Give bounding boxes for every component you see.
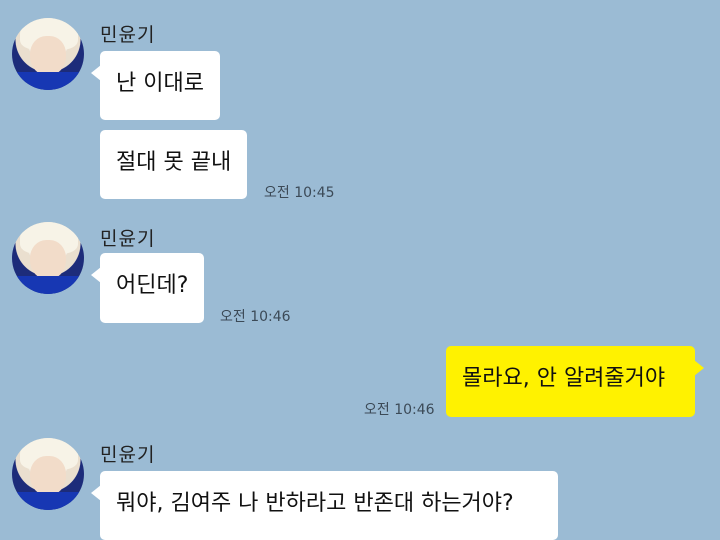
avatar-face	[30, 456, 66, 496]
sender-name: 민윤기	[100, 228, 156, 250]
sender-avatar[interactable]	[12, 438, 84, 510]
incoming-message-bubble[interactable]: 난 이대로	[91, 51, 220, 120]
sender-name: 민윤기	[100, 444, 156, 466]
avatar-face	[30, 240, 66, 280]
message-timestamp: 오전 10:46	[220, 309, 291, 325]
sender-name: 민윤기	[100, 24, 156, 46]
avatar-face	[30, 36, 66, 76]
avatar-shirt	[12, 276, 84, 294]
incoming-message-bubble[interactable]: 어딘데?	[90, 253, 205, 323]
incoming-message-bubble[interactable]: 뭐야, 김여주 나 반하라고 반존대 하는거야?	[91, 471, 558, 540]
avatar-shirt	[12, 492, 84, 510]
incoming-message-bubble[interactable]: 절대 못 끝내	[100, 130, 248, 199]
message-timestamp: 오전 10:45	[264, 185, 335, 201]
message-timestamp: 오전 10:46	[364, 402, 435, 418]
avatar-shirt	[12, 72, 84, 90]
outgoing-message-bubble[interactable]: 몰라요, 안 알려줄거야	[446, 346, 704, 417]
sender-avatar[interactable]	[12, 18, 84, 90]
sender-avatar[interactable]	[12, 222, 84, 294]
